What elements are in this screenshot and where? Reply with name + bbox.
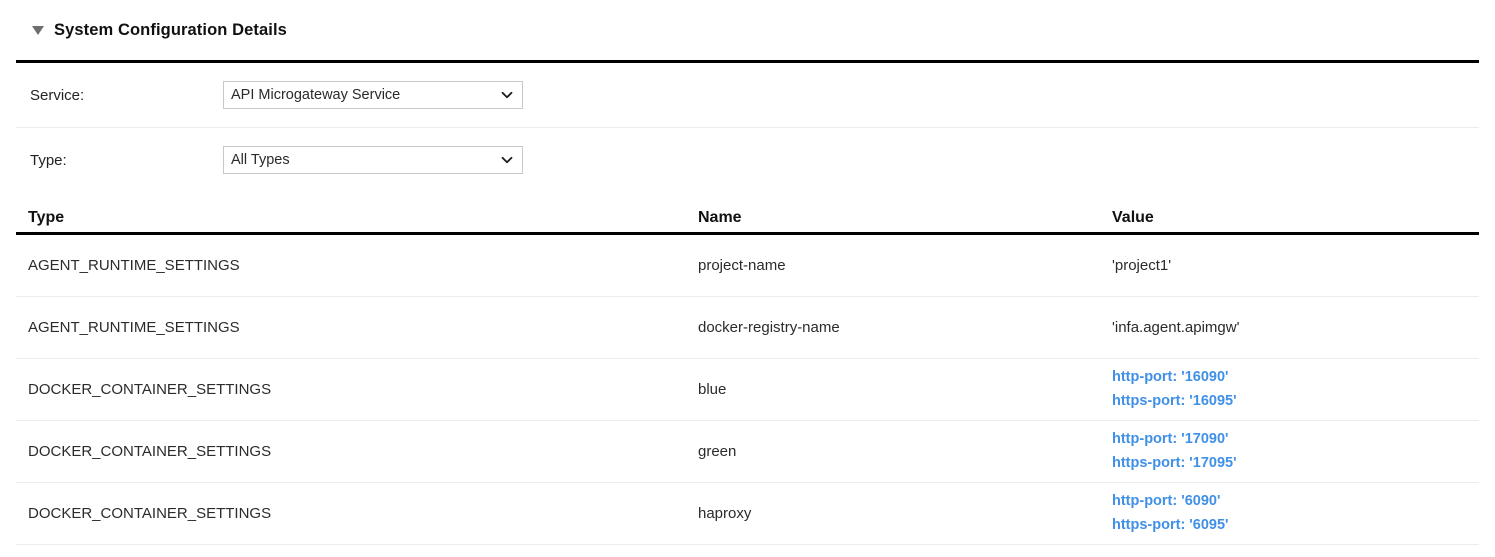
type-label: Type: bbox=[30, 151, 67, 169]
cell-name: blue bbox=[698, 381, 727, 398]
cell-value: 'project1' bbox=[1112, 257, 1172, 274]
table-body: AGENT_RUNTIME_SETTINGS project-name 'proje… bbox=[16, 235, 1479, 545]
table-row[interactable]: DOCKER_CONTAINER_SETTINGS blue http-port: … bbox=[16, 359, 1479, 420]
triangle-down-icon[interactable] bbox=[30, 22, 46, 38]
cell-value: 'infa.agent.apimgw' bbox=[1112, 319, 1240, 336]
filter-row-service: Service: API Microgateway Service bbox=[0, 63, 1495, 127]
cell-value: http-port: '17090' https-port: '17095' bbox=[1112, 431, 1237, 471]
type-select[interactable]: All Types bbox=[223, 146, 523, 174]
cell-value: http-port: '6090' https-port: '6095' bbox=[1112, 493, 1229, 533]
table-row[interactable]: DOCKER_CONTAINER_SETTINGS haproxy http-por… bbox=[16, 483, 1479, 544]
service-select[interactable]: API Microgateway Service bbox=[223, 81, 523, 109]
cell-name: docker-registry-name bbox=[698, 319, 840, 336]
page-title: System Configuration Details bbox=[54, 20, 287, 39]
column-header-type[interactable]: Type bbox=[16, 209, 698, 227]
table-row[interactable]: AGENT_RUNTIME_SETTINGS project-name 'proje… bbox=[16, 235, 1479, 296]
configuration-table: Type Name Value AGENT_RUNTIME_SETTINGS pr… bbox=[16, 192, 1479, 545]
section-header: System Configuration Details bbox=[0, 0, 1495, 60]
table-header-row: Type Name Value bbox=[16, 192, 1479, 232]
cell-name: green bbox=[698, 443, 737, 460]
table-row[interactable]: AGENT_RUNTIME_SETTINGS docker-registry-na… bbox=[16, 297, 1479, 358]
cell-value: http-port: '16090' https-port: '16095' bbox=[1112, 369, 1237, 409]
column-header-value[interactable]: Value bbox=[1112, 209, 1479, 227]
cell-name: project-name bbox=[698, 257, 786, 274]
service-select-value[interactable]: API Microgateway Service bbox=[223, 81, 523, 109]
service-label: Service: bbox=[30, 86, 85, 104]
cell-type: AGENT_RUNTIME_SETTINGS bbox=[28, 257, 240, 274]
cell-type: DOCKER_CONTAINER_SETTINGS bbox=[28, 505, 272, 522]
cell-type: DOCKER_CONTAINER_SETTINGS bbox=[28, 443, 272, 460]
type-select-value[interactable]: All Types bbox=[223, 146, 523, 174]
cell-type: DOCKER_CONTAINER_SETTINGS bbox=[28, 381, 272, 398]
cell-type: AGENT_RUNTIME_SETTINGS bbox=[28, 319, 240, 336]
row-separator bbox=[16, 544, 1479, 545]
column-header-name[interactable]: Name bbox=[698, 209, 1112, 227]
table-row[interactable]: DOCKER_CONTAINER_SETTINGS green http-port:… bbox=[16, 421, 1479, 482]
cell-name: haproxy bbox=[698, 505, 752, 522]
filter-row-type: Type: All Types bbox=[0, 128, 1495, 192]
